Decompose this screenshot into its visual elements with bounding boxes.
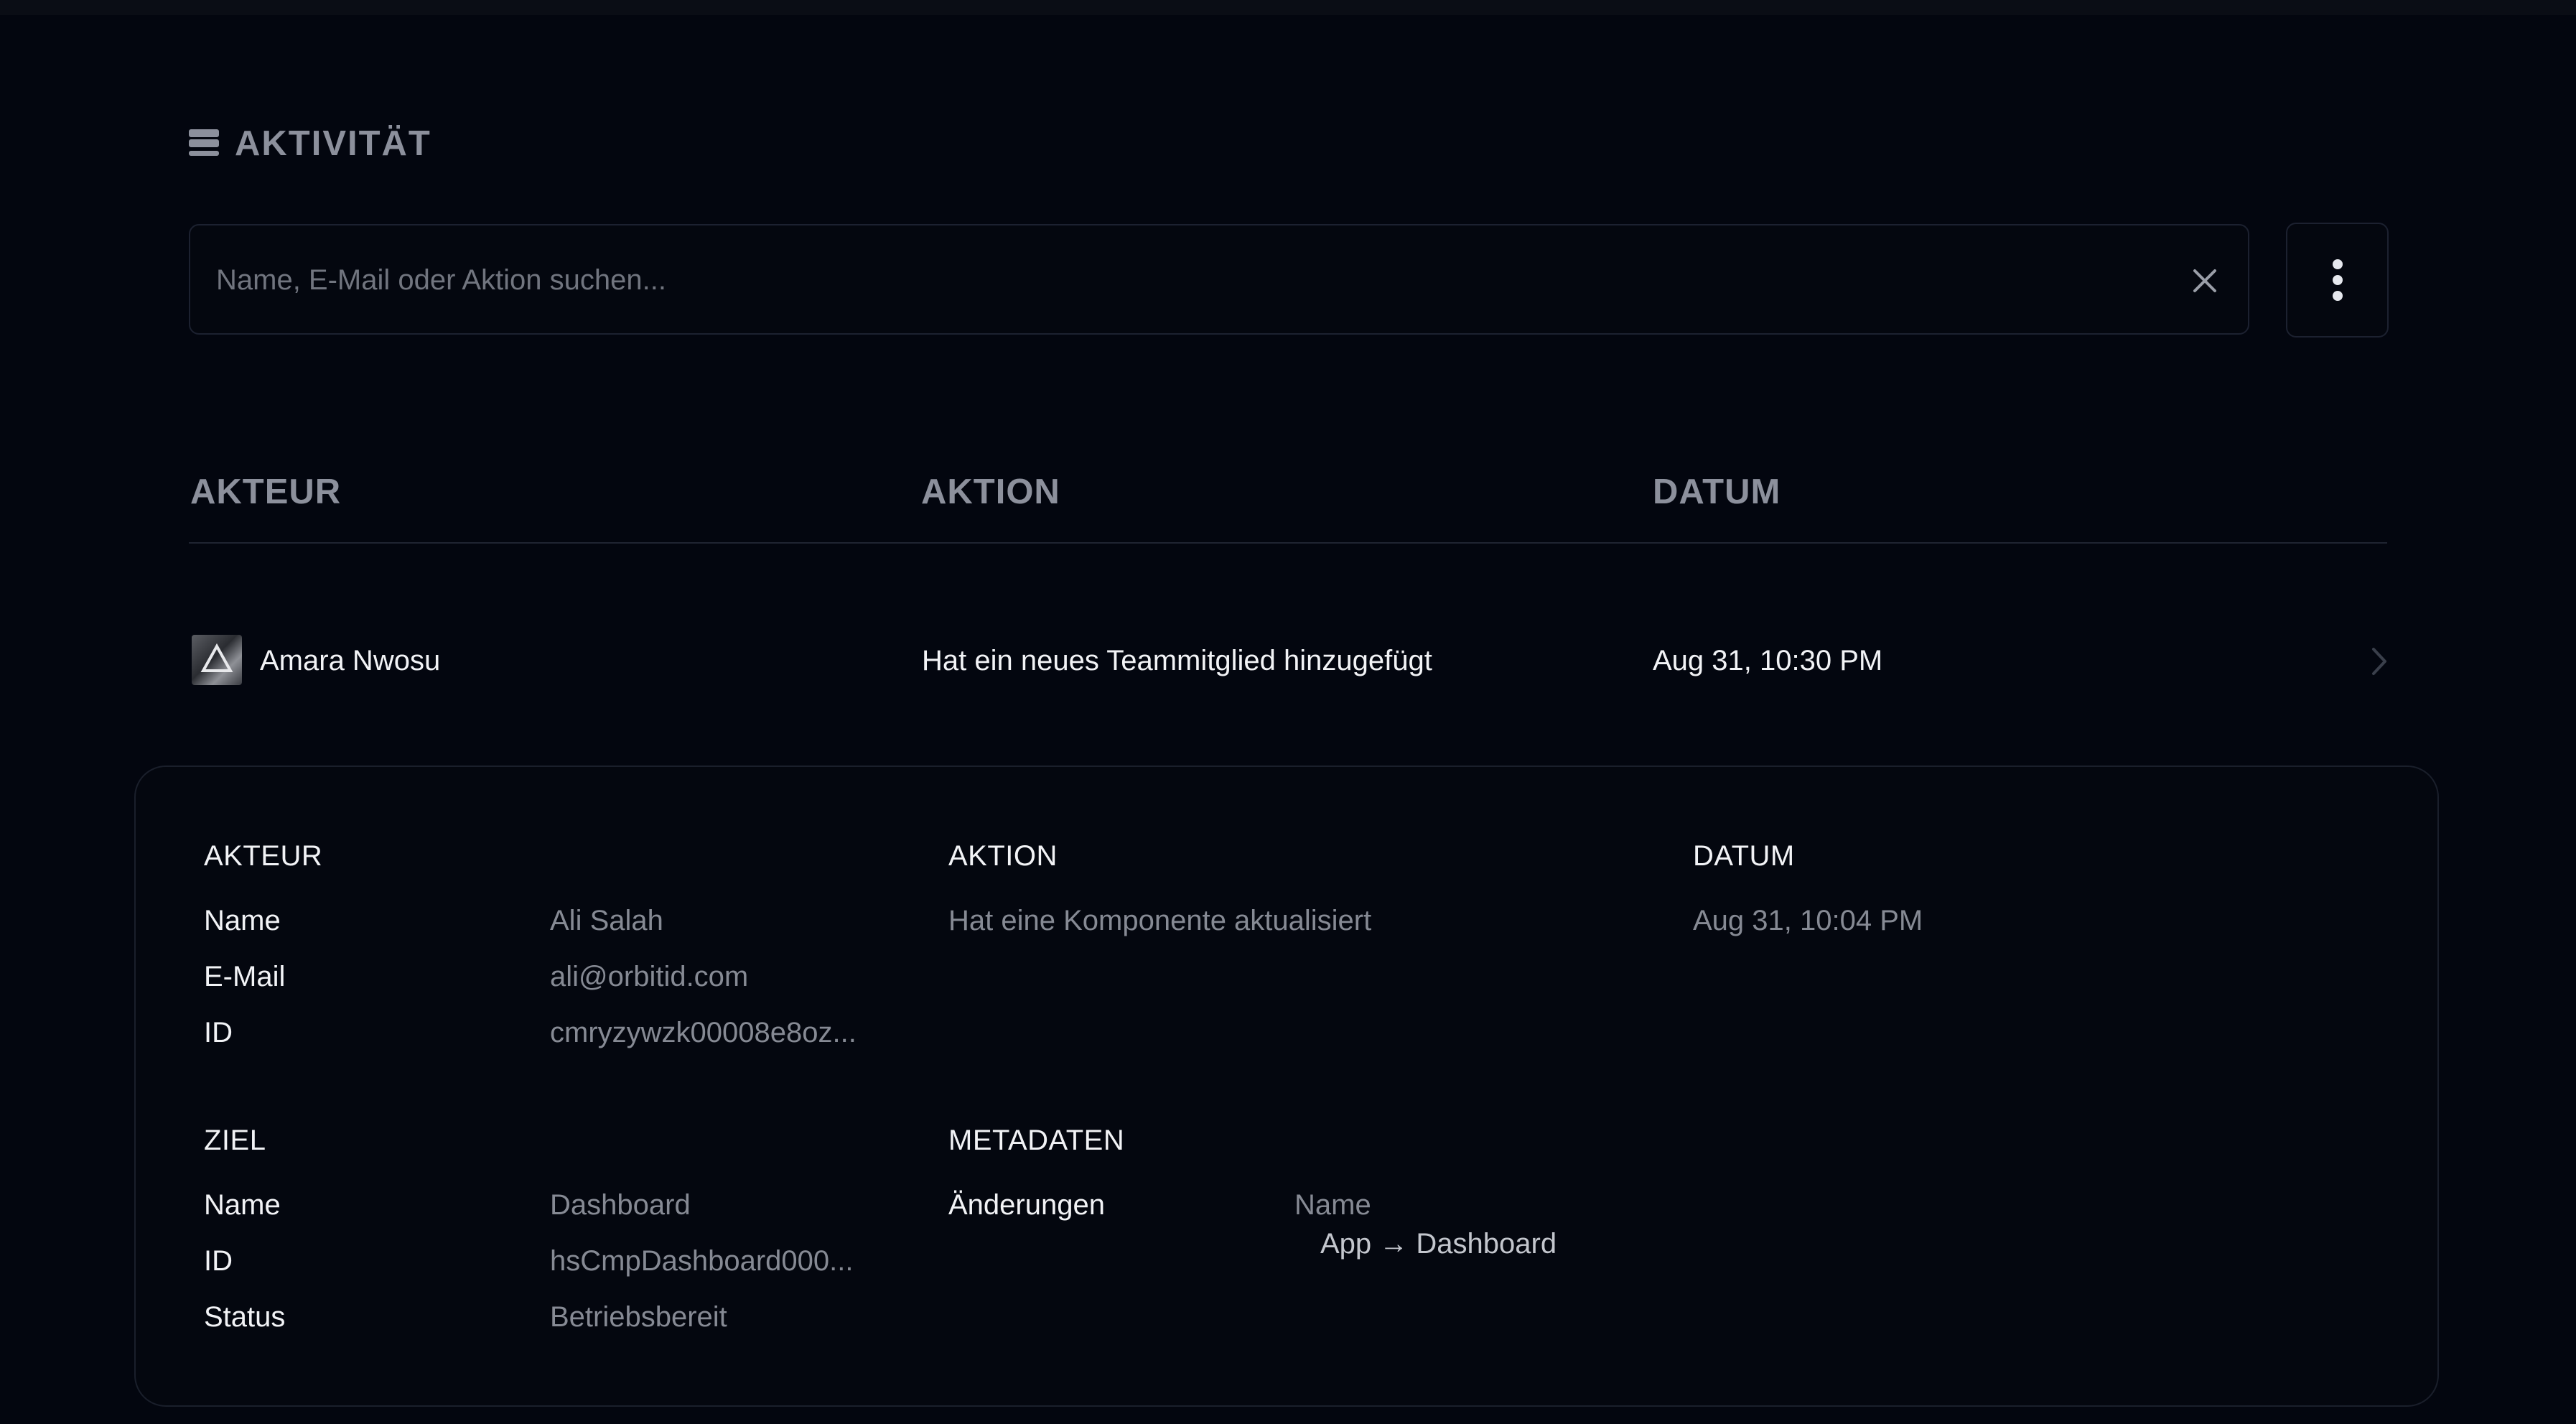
avatar (192, 635, 242, 685)
detail-date-value: Aug 31, 10:04 PM (1693, 905, 1923, 936)
detail-actor-name-label: Name (204, 905, 281, 936)
detail-actor-email: ali@orbitid.com (550, 961, 749, 992)
more-options-button[interactable] (2286, 223, 2389, 338)
detail-metadata-changes-label: Änderungen (948, 1189, 1105, 1221)
detail-actor-id: cmryzywzk00008e8oz... (550, 1017, 857, 1048)
row-action: Hat ein neues Teammitglied hinzugefügt (922, 645, 1432, 676)
detail-target-status: Betriebsbereit (550, 1301, 727, 1333)
table-header: AKTEUR AKTION DATUM (189, 470, 2387, 544)
detail-target-id-label: ID (204, 1245, 233, 1277)
detail-target-name-label: Name (204, 1189, 281, 1221)
more-vertical-icon (2332, 259, 2343, 301)
chevron-right-icon[interactable] (2368, 645, 2389, 678)
detail-action-title: AKTION (948, 840, 1058, 872)
detail-target-title: ZIEL (204, 1125, 266, 1156)
column-header-date[interactable]: DATUM (1653, 470, 1781, 513)
detail-target-id: hsCmpDashboard000... (550, 1245, 854, 1277)
search-input[interactable] (215, 225, 2156, 335)
section-header: AKTIVITÄT (189, 122, 431, 165)
row-actor: Amara Nwosu (260, 645, 441, 676)
column-header-actor[interactable]: AKTEUR (190, 470, 341, 513)
close-icon[interactable] (2189, 265, 2221, 297)
search-box[interactable] (189, 224, 2249, 335)
stack-icon (189, 129, 219, 156)
detail-target-name: Dashboard (550, 1189, 691, 1221)
detail-date-title: DATUM (1693, 840, 1795, 872)
row-date: Aug 31, 10:30 PM (1653, 645, 1883, 676)
table-row[interactable]: Amara Nwosu Hat ein neues Teammitglied h… (189, 618, 2387, 704)
detail-actor-name: Ali Salah (550, 905, 663, 936)
detail-actor-email-label: E-Mail (204, 961, 286, 992)
detail-actor-title: AKTEUR (204, 840, 323, 872)
detail-action-value: Hat eine Komponente aktualisiert (948, 905, 1372, 936)
detail-target-status-label: Status (204, 1301, 286, 1333)
detail-metadata-field: Name (1294, 1189, 1371, 1221)
activity-detail-panel: AKTEUR Name Ali Salah E-Mail ali@orbitid… (134, 765, 2439, 1407)
detail-actor-id-label: ID (204, 1017, 233, 1048)
section-title: AKTIVITÄT (235, 124, 431, 163)
detail-metadata-change: App → Dashboard (1320, 1228, 1557, 1260)
detail-metadata-title: METADATEN (948, 1125, 1125, 1156)
column-header-action[interactable]: AKTION (921, 470, 1060, 513)
